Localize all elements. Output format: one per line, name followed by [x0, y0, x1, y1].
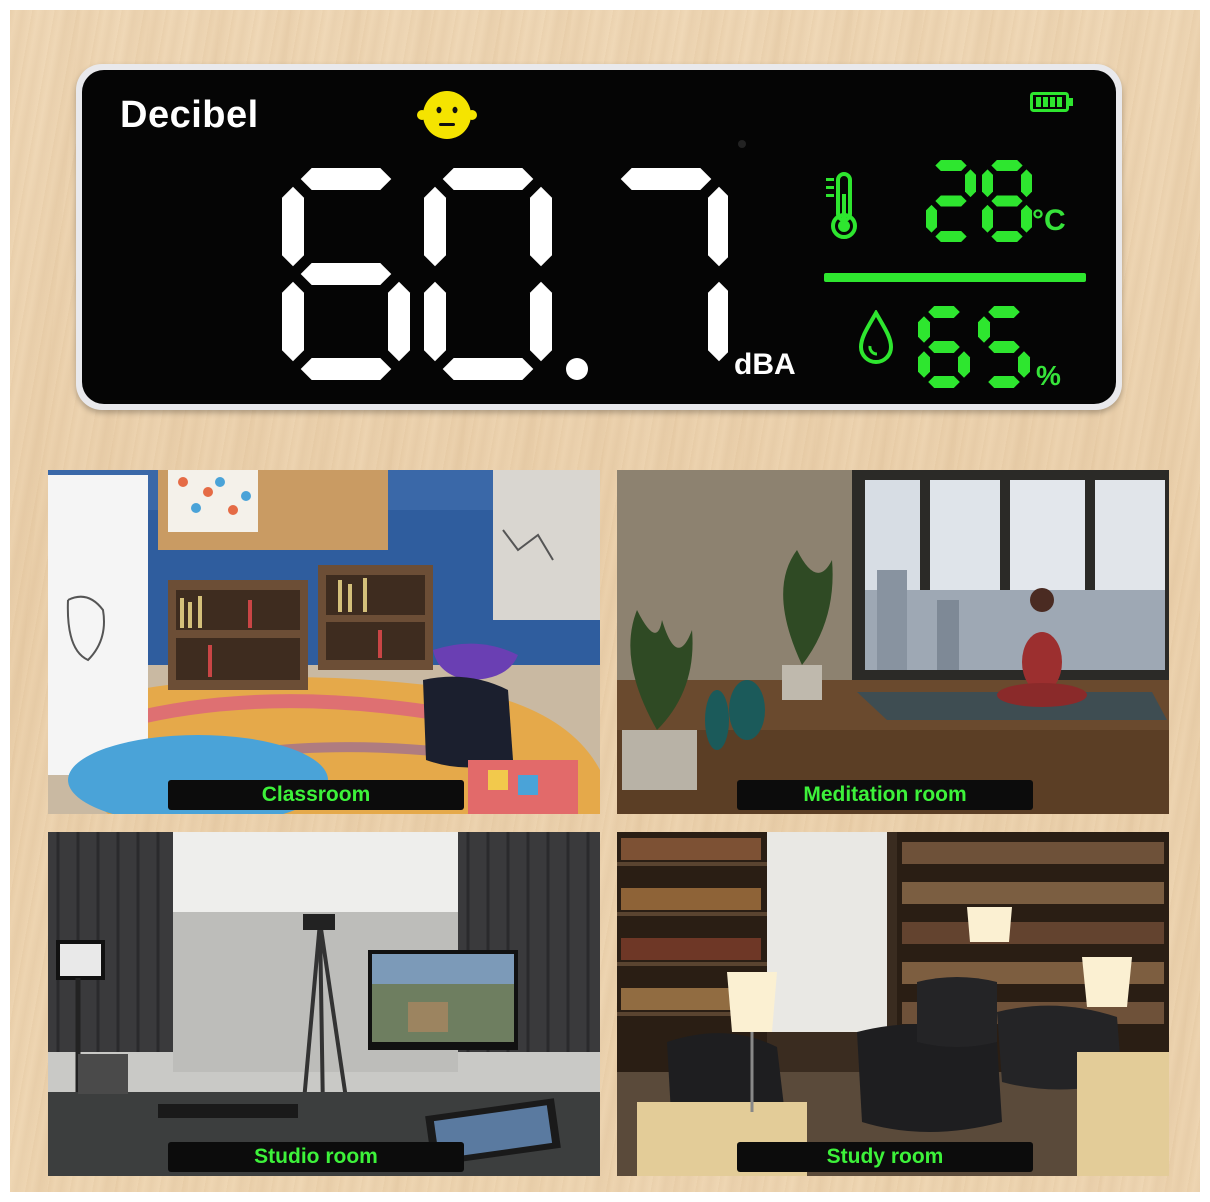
humidity-digit-segment-e: [918, 351, 930, 378]
classroom-photo: Classroom: [48, 470, 600, 814]
decibel-digit-segment-c: [388, 281, 410, 362]
battery-full-icon: [1030, 92, 1073, 112]
decibel-digit-segment-e: [282, 281, 304, 362]
temperature-digit-segment-b: [965, 169, 976, 198]
meter-display: Decibel dBA °C %: [82, 70, 1116, 404]
temperature-digit-segment-g: [935, 195, 967, 207]
humidity-digit-segment-d: [928, 376, 960, 388]
temperature-digit-segment-b: [1021, 169, 1032, 198]
humidity-digit-segment-f: [918, 316, 930, 343]
studio-scene: [48, 832, 600, 1176]
decibel-digit-segment-f: [282, 186, 304, 267]
decibel-digit-segment-d: [442, 358, 534, 380]
humidity-readout: [918, 306, 1030, 388]
decibel-digit-segment-c: [708, 281, 728, 362]
decibel-digit-segment-c: [530, 281, 552, 362]
temperature-digit-segment-e: [982, 204, 993, 233]
humidity-digit-segment-d: [988, 376, 1020, 388]
decibel-digit-segment-g: [300, 263, 392, 285]
humidity-digit-segment-g: [928, 341, 960, 353]
study-scene: [617, 832, 1169, 1176]
meditation-caption: Meditation room: [737, 780, 1033, 810]
decibel-unit: dBA: [734, 348, 796, 381]
temperature-digit-segment-d: [991, 231, 1023, 242]
decibel-digit-segment-a: [442, 168, 534, 190]
readout-divider: [824, 273, 1086, 282]
decibel-digit-segment-e: [424, 281, 446, 362]
temperature-readout: [926, 160, 1032, 242]
temperature-digit-segment-a: [991, 160, 1023, 171]
thermometer-icon: [826, 172, 857, 239]
meditation-scene: [617, 470, 1169, 814]
temperature-digit-segment-d: [935, 231, 967, 242]
temperature-digit-segment-c: [1021, 204, 1032, 233]
decibel-digit-segment-b: [708, 186, 728, 267]
decibel-digit-segment-a: [620, 168, 712, 190]
humidity-digit-segment-c: [1018, 351, 1030, 378]
decibel-digit-segment-d: [300, 358, 392, 380]
meditation-photo: Meditation room: [617, 470, 1169, 814]
studio-caption: Studio room: [168, 1142, 464, 1172]
humidity-digit-segment-a: [988, 306, 1020, 318]
sensor-dot: [738, 140, 746, 148]
humidity-digit-segment-c: [958, 351, 970, 378]
study-photo: Study room: [617, 832, 1169, 1176]
humidity-digit-segment-a: [928, 306, 960, 318]
decibel-digit-segment-b: [530, 186, 552, 267]
classroom-caption: Classroom: [168, 780, 464, 810]
decibel-readout: [282, 168, 728, 380]
temperature-digit-segment-e: [926, 204, 937, 233]
temperature-digit-segment-f: [982, 169, 993, 198]
temperature-unit: °C: [1032, 204, 1066, 237]
humidity-digit-segment-g: [988, 341, 1020, 353]
neutral-face-icon: [417, 91, 477, 139]
decibel-digit-segment-a: [300, 168, 392, 190]
humidity-drop-icon: [858, 310, 894, 364]
temperature-digit-segment-a: [935, 160, 967, 171]
decibel-digit-segment-f: [424, 186, 446, 267]
humidity-unit: %: [1036, 360, 1061, 391]
classroom-scene: [48, 470, 600, 814]
decibel-decimal-point: [566, 358, 588, 380]
humidity-digit-segment-f: [978, 316, 990, 343]
temperature-digit-segment-g: [991, 195, 1023, 207]
meter-title: Decibel: [120, 94, 259, 136]
studio-photo: Studio room: [48, 832, 600, 1176]
study-caption: Study room: [737, 1142, 1033, 1172]
